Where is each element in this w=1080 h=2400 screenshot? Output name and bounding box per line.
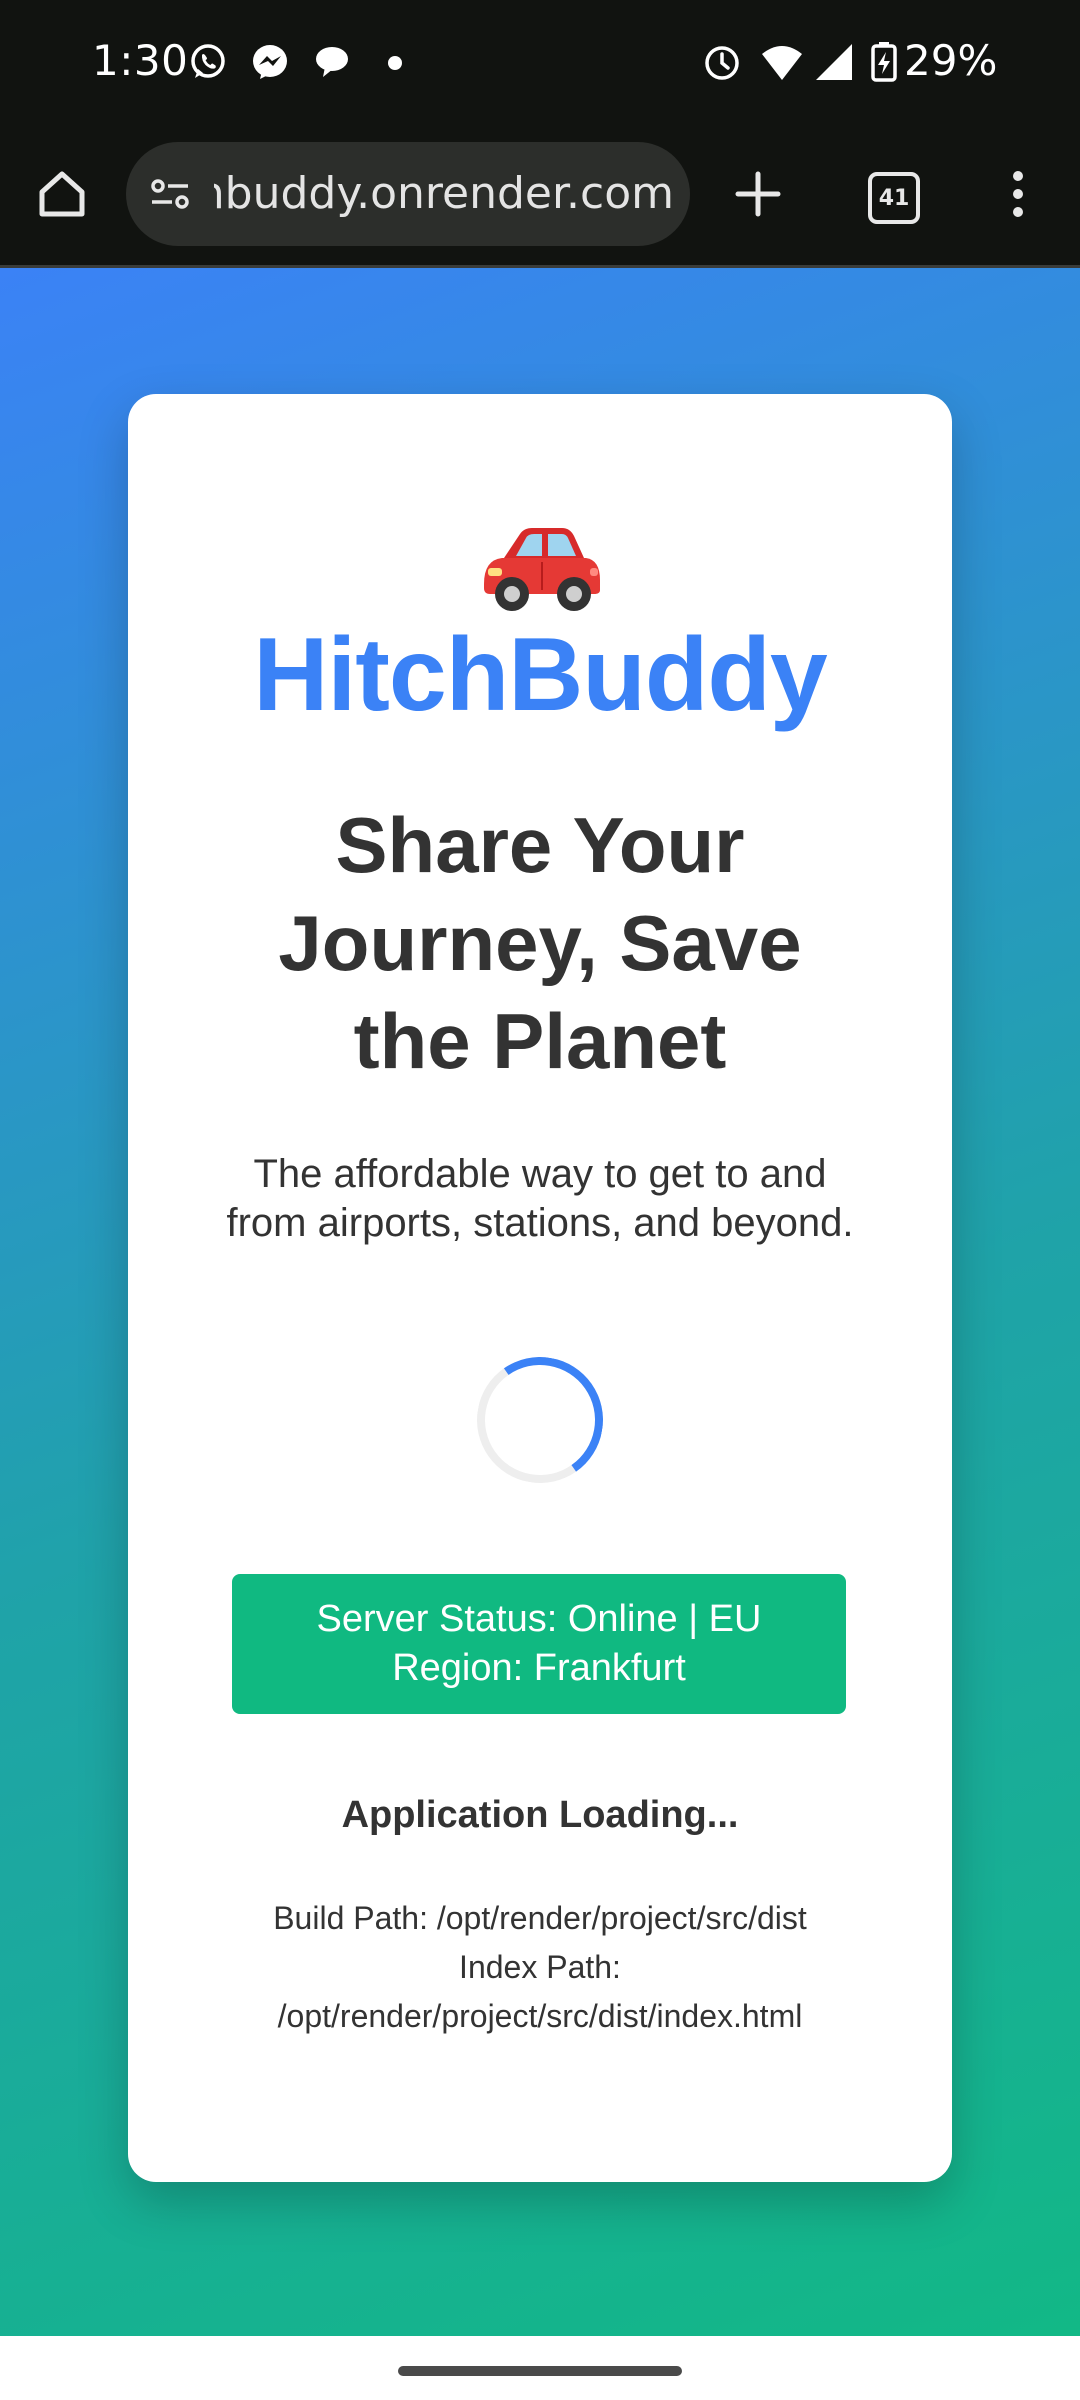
address-bar[interactable]: hitchbuddy.onrender.com	[126, 142, 690, 246]
chat-bubble-icon	[310, 40, 354, 84]
build-path: Build Path: /opt/render/project/src/dist	[273, 1900, 807, 1936]
page-background: HitchBuddy Share Your Journey, Save the …	[0, 268, 1080, 2336]
loading-status: Application Loading...	[341, 1794, 739, 1836]
car-icon	[480, 524, 604, 614]
status-bar: 1:30 29%	[0, 0, 1080, 124]
new-tab-button[interactable]	[718, 154, 798, 234]
server-status-banner: Server Status: Online | EU Region: Frank…	[232, 1574, 846, 1714]
welcome-card: HitchBuddy Share Your Journey, Save the …	[128, 394, 952, 2182]
menu-button[interactable]	[978, 154, 1058, 234]
menu-icon	[1008, 168, 1028, 220]
headline-line: Journey, Save	[278, 899, 802, 987]
battery-percent: 29%	[904, 36, 998, 85]
subtitle: The affordable way to get to and from ai…	[226, 1152, 854, 1245]
index-path: /opt/render/project/src/dist/index.html	[277, 1998, 803, 2034]
navigation-bar	[0, 2336, 1080, 2400]
signal-icon	[812, 40, 856, 84]
tab-switcher-button[interactable]: 41	[868, 172, 920, 224]
more-notifications-dot	[388, 56, 402, 70]
server-status-text: Server Status: Online | EU Region: Frank…	[316, 1598, 762, 1689]
home-icon	[36, 168, 88, 220]
headline: Share Your Journey, Save the Planet	[200, 796, 880, 1090]
url-text[interactable]: hitchbuddy.onrender.com	[214, 142, 674, 246]
alarm-icon	[700, 40, 744, 84]
browser-toolbar: hitchbuddy.onrender.com 41	[0, 124, 1080, 268]
status-time: 1:30	[92, 36, 189, 85]
gesture-handle[interactable]	[398, 2366, 682, 2376]
brand-title: HitchBuddy	[253, 617, 828, 733]
wifi-icon	[760, 40, 804, 84]
headline-line: the Planet	[353, 997, 727, 1085]
tab-count: 41	[878, 185, 910, 211]
whatsapp-icon	[186, 40, 230, 84]
new-tab-icon	[732, 168, 784, 220]
site-info-icon[interactable]	[146, 170, 194, 218]
messenger-icon	[248, 40, 292, 84]
index-path-label: Index Path:	[459, 1949, 621, 1985]
loading-spinner	[467, 1347, 613, 1493]
headline-line: Share Your	[335, 801, 745, 889]
home-button[interactable]	[22, 154, 102, 234]
path-info: Build Path: /opt/render/project/src/dist…	[188, 1894, 892, 2041]
battery-charging-icon	[862, 40, 906, 84]
